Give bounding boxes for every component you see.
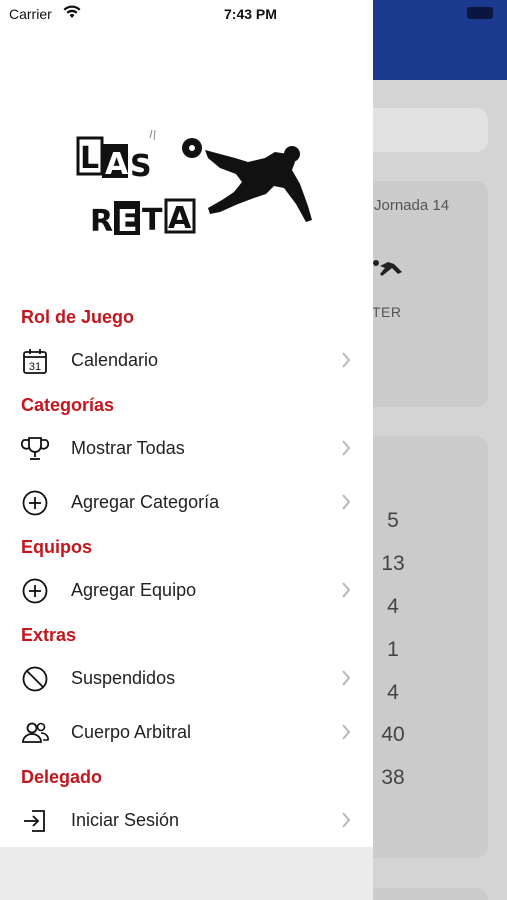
background-partial-label: TER	[372, 304, 402, 320]
menu-item-agregar-categoria[interactable]: Agregar Categoría	[0, 480, 373, 524]
menu-item-label: Agregar Equipo	[71, 580, 197, 600]
clock-label: 7:43 PM	[224, 6, 277, 22]
menu-item-mostrar-todas[interactable]: Mostrar Todas	[0, 426, 373, 470]
prohibited-icon	[22, 666, 48, 692]
svg-text:S: S	[130, 149, 152, 184]
chevron-right-icon	[342, 724, 351, 740]
chevron-right-icon	[342, 670, 351, 686]
plus-circle-icon	[22, 578, 48, 604]
carrier-label: Carrier	[9, 6, 52, 22]
menu-item-label: Calendario	[71, 350, 159, 370]
background-stat-value: 13	[381, 552, 405, 575]
menu-item-label: Cuerpo Arbitral	[71, 722, 192, 742]
svg-text:L: L	[80, 141, 99, 176]
background-stat-value: 1	[387, 638, 399, 661]
login-icon	[24, 810, 45, 832]
battery-icon	[467, 7, 493, 19]
menu-item-agregar-equipo[interactable]: Agregar Equipo	[0, 568, 373, 612]
menu-item-label: Agregar Categoría	[71, 492, 220, 512]
side-drawer: Carrier 7:43 PM L A S R E T A Rol de Jue…	[0, 0, 373, 900]
menu-item-iniciar-sesion[interactable]: Iniciar Sesión	[0, 798, 373, 842]
section-title-categorias: Categorías	[21, 395, 115, 415]
app-logo: L A S R E T A	[76, 129, 312, 239]
menu-item-label: Iniciar Sesión	[71, 810, 180, 830]
plus-circle-icon	[22, 490, 48, 516]
chevron-right-icon	[342, 352, 351, 368]
menu-item-suspendidos[interactable]: Suspendidos	[0, 656, 373, 700]
people-icon	[22, 722, 49, 743]
background-jornada-label: Jornada 14	[374, 197, 450, 214]
section-title-extras: Extras	[21, 625, 77, 645]
chevron-right-icon	[342, 494, 351, 510]
section-title-delegado: Delegado	[21, 767, 103, 787]
background-stat-value: 38	[381, 766, 405, 789]
svg-text:T: T	[142, 203, 163, 238]
drawer-footer	[0, 847, 373, 900]
svg-text:R: R	[90, 204, 113, 239]
background-stat-value: 40	[381, 723, 405, 746]
menu-item-cuerpo-arbitral[interactable]: Cuerpo Arbitral	[0, 710, 373, 754]
trophy-icon	[21, 437, 49, 460]
section-title-equipos: Equipos	[21, 537, 92, 557]
background-stat-value: 4	[387, 681, 399, 704]
background-stat-value: 4	[387, 595, 399, 618]
menu-item-label: Mostrar Todas	[71, 438, 185, 458]
svg-text:E: E	[117, 204, 138, 239]
background-team-logo-icon	[373, 260, 402, 276]
menu-item-calendario[interactable]: 31 Calendario	[0, 338, 373, 382]
section-title-rol-de-juego: Rol de Juego	[21, 307, 135, 327]
menu-item-label: Suspendidos	[71, 668, 176, 688]
chevron-right-icon	[342, 812, 351, 828]
svg-text:A: A	[105, 147, 129, 182]
chevron-right-icon	[342, 440, 351, 456]
calendar-icon: 31	[23, 349, 47, 374]
background-stat-value: 5	[387, 509, 399, 532]
wifi-icon	[63, 5, 81, 18]
status-bar: Carrier 7:43 PM	[0, 0, 373, 30]
svg-text:A: A	[168, 201, 192, 236]
calendar-day: 31	[29, 361, 41, 373]
chevron-right-icon	[342, 582, 351, 598]
